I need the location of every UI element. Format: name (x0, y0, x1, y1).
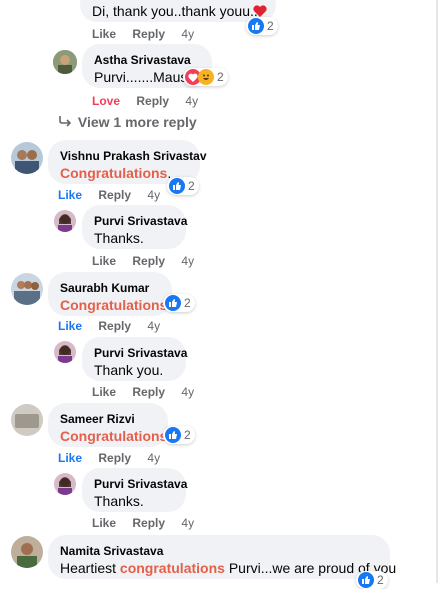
comment-bubble: Saurabh Kumar Congratulations (48, 272, 172, 316)
like-button[interactable]: Like (58, 319, 82, 333)
comment-age: 4y (181, 385, 195, 399)
comment-author[interactable]: Vishnu Prakash Srivastav (60, 148, 207, 164)
avatar[interactable] (11, 142, 43, 174)
comment-age: 4y (181, 27, 195, 41)
haha-icon (198, 69, 214, 85)
comment-text: Thank you. (94, 362, 164, 378)
thumbs-up-icon (358, 572, 374, 588)
like-button[interactable]: Like (92, 254, 116, 268)
reaction-count[interactable]: 2 (163, 294, 195, 312)
comment-age: 4y (147, 188, 161, 202)
comment-actions: Like Reply 4y (92, 515, 194, 531)
comment-actions: Like Reply 4y (92, 253, 194, 269)
like-button[interactable]: Like (92, 27, 116, 41)
comment-actions: Like Reply 4y (92, 384, 194, 400)
comment-text: Congratulations (60, 296, 167, 315)
like-button[interactable]: Like (92, 385, 116, 399)
comment-text: Di, thank you..thank youu.. (92, 3, 258, 19)
thumbs-up-icon (248, 18, 264, 34)
like-button[interactable]: Like (92, 516, 116, 530)
comment-author[interactable]: Astha Srivastava (94, 52, 200, 68)
love-button[interactable]: Love (92, 94, 120, 108)
comment-bubble: Purvi Srivastava Thanks. (82, 468, 187, 512)
like-button[interactable]: Like (58, 188, 82, 202)
comment-age: 4y (181, 254, 195, 268)
comment-bubble-top-reply: Di, thank you..thank youu.. (80, 0, 276, 22)
comment-bubble: Purvi Srivastava Thanks. (82, 205, 187, 249)
comment-text: Heartiest congratulations Purvi...we are… (60, 560, 397, 576)
avatar[interactable] (11, 536, 43, 568)
comment-author[interactable]: Purvi Srivastava (94, 476, 187, 492)
reply-button[interactable]: Reply (98, 451, 131, 465)
avatar[interactable] (54, 473, 76, 495)
highlighted-word: Congratulations (60, 165, 168, 181)
reply-button[interactable]: Reply (98, 319, 131, 333)
avatar[interactable] (11, 404, 43, 436)
reply-button[interactable]: Reply (98, 188, 131, 202)
comment-actions: Like Reply 4y (58, 187, 160, 203)
avatar[interactable] (53, 50, 77, 74)
reply-button[interactable]: Reply (136, 94, 169, 108)
comment-actions: Like Reply 4y (92, 26, 194, 42)
reply-button[interactable]: Reply (132, 254, 165, 268)
reaction-count[interactable]: 2 (183, 68, 228, 86)
reply-arrow-icon (58, 114, 74, 130)
comment-age: 4y (147, 451, 161, 465)
avatar[interactable] (54, 210, 76, 232)
view-more-replies-button[interactable]: View 1 more reply (58, 114, 197, 130)
reply-button[interactable]: Reply (132, 385, 165, 399)
highlighted-word: Congratulations (60, 428, 168, 444)
reaction-count[interactable]: 2 (167, 177, 199, 195)
reply-button[interactable]: Reply (132, 27, 165, 41)
thumbs-up-icon (165, 295, 181, 311)
comment-bubble: Sameer Rizvi Congratulations (48, 403, 168, 447)
like-button[interactable]: Like (58, 451, 82, 465)
comment-bubble: Namita Srivastava Heartiest congratulati… (48, 535, 397, 579)
highlighted-word: congratulations (119, 560, 225, 576)
comment-author[interactable]: Sameer Rizvi (60, 411, 156, 427)
reaction-count[interactable]: 2 (246, 17, 278, 35)
comment-text: Thanks. (94, 230, 144, 246)
comment-bubble: Purvi Srivastava Thank you. (82, 337, 187, 381)
comment-age: 4y (147, 319, 161, 333)
comment-actions: Love Reply 4y (92, 93, 198, 109)
thumbs-up-icon (165, 427, 181, 443)
comment-actions: Like Reply 4y (58, 450, 160, 466)
comment-author[interactable]: Purvi Srivastava (94, 213, 187, 229)
reaction-count[interactable]: 2 (163, 426, 195, 444)
comment-actions: Like Reply 4y (58, 318, 160, 334)
comment-age: 4y (181, 516, 195, 530)
reaction-count[interactable]: 2 (356, 571, 388, 589)
avatar[interactable] (54, 341, 76, 363)
comment-text: Congratulations (60, 427, 167, 446)
comment-text: Thanks. (94, 493, 144, 509)
comment-age: 4y (185, 94, 199, 108)
comment-author[interactable]: Purvi Srivastava (94, 345, 187, 361)
thumbs-up-icon (169, 178, 185, 194)
highlighted-word: Congratulations (60, 297, 168, 313)
avatar[interactable] (11, 273, 43, 305)
comment-author[interactable]: Saurabh Kumar (60, 280, 160, 296)
reply-button[interactable]: Reply (132, 516, 165, 530)
comment-author[interactable]: Namita Srivastava (60, 543, 378, 559)
